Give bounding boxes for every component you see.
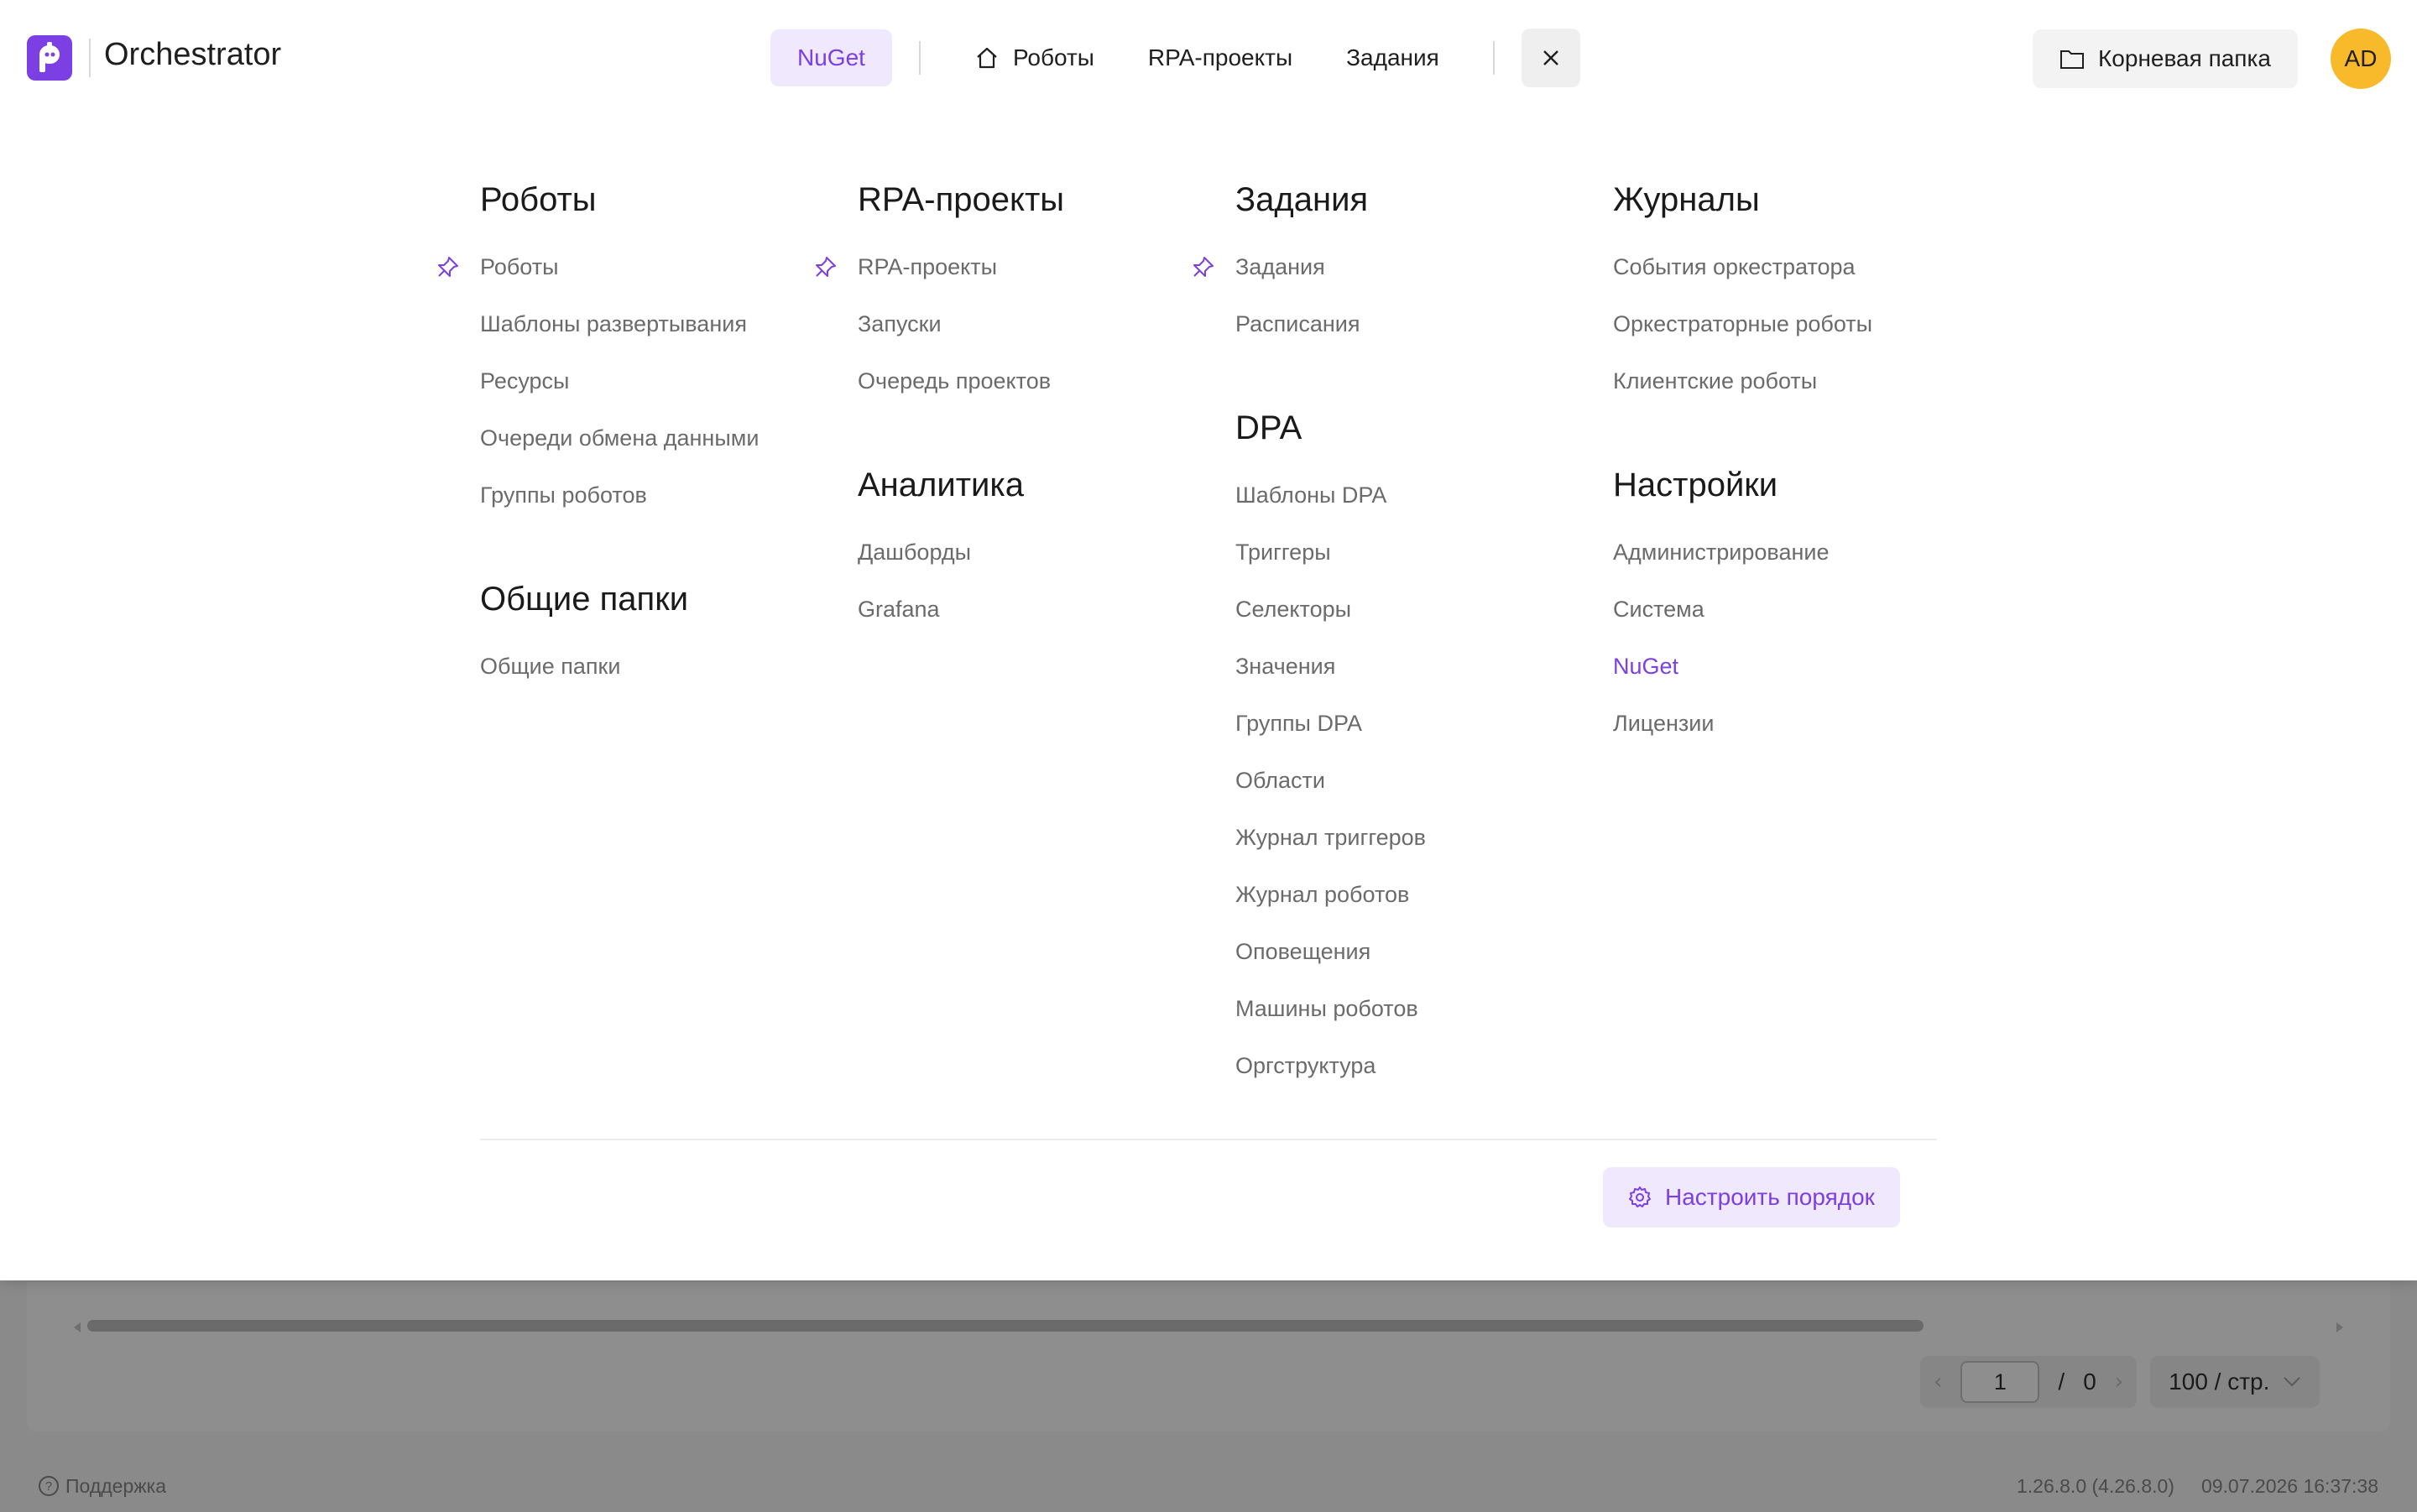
section-title-settings: Настройки: [1613, 467, 1778, 503]
root-folder-button[interactable]: Корневая папка: [2033, 29, 2298, 88]
horizontal-scrollbar[interactable]: [87, 1320, 1924, 1332]
menu-item-rpa-projects[interactable]: RPA-проекты: [816, 238, 1219, 295]
menu-item-shared-folders[interactable]: Общие папки: [480, 638, 841, 695]
root-folder-label: Корневая папка: [2098, 45, 2271, 71]
nav-item-nuget-active[interactable]: NuGet: [770, 29, 892, 86]
page-number-input[interactable]: 1: [1960, 1361, 2040, 1403]
menu-item-selectors[interactable]: Селекторы: [1235, 581, 1596, 638]
menu-item-client-robots[interactable]: Клиентские роботы: [1613, 352, 1974, 409]
section-title-robots: Роботы: [480, 181, 597, 218]
help-icon: ?: [39, 1476, 59, 1496]
configure-order-label: Настроить порядок: [1665, 1184, 1875, 1210]
top-navigation: NuGet Роботы RPA-проекты Задания: [770, 29, 1580, 87]
nav-item-label: RPA-проекты: [1147, 44, 1293, 70]
pin-icon[interactable]: [435, 255, 460, 280]
section-title-shared-folders: Общие папки: [480, 581, 689, 618]
support-link[interactable]: ? Поддержка: [39, 1475, 166, 1498]
menu-item-robots[interactable]: Роботы: [438, 238, 841, 295]
menu-item-grafana[interactable]: Grafana: [858, 581, 1219, 638]
menu-item-orchestrator-events[interactable]: События оркестратора: [1613, 238, 1974, 295]
section-title-logs: Журналы: [1613, 181, 1760, 218]
nav-item-tasks[interactable]: Задания: [1319, 29, 1466, 86]
menu-item-schedules[interactable]: Расписания: [1235, 295, 1596, 352]
menu-item-licenses[interactable]: Лицензии: [1613, 695, 1974, 752]
configure-order-button[interactable]: Настроить порядок: [1603, 1167, 1900, 1228]
version-text: 1.26.8.0 (4.26.8.0): [2016, 1474, 2174, 1497]
navigation-menu-overlay: Orchestrator NuGet Роботы RPA-проекты За…: [0, 0, 2417, 1280]
menu-item-triggers[interactable]: Триггеры: [1235, 524, 1596, 581]
nav-item-label: Роботы: [1012, 44, 1094, 70]
next-page-icon[interactable]: ›: [2115, 1369, 2123, 1395]
menu-item-administration[interactable]: Администрирование: [1613, 524, 1974, 581]
nav-item-rpa-projects[interactable]: RPA-проекты: [1121, 29, 1319, 86]
title-divider: [89, 39, 91, 77]
app-logo-icon[interactable]: [27, 35, 72, 81]
home-icon: [977, 47, 997, 69]
timestamp-text: 09.07.2026 16:37:38: [2200, 1474, 2378, 1497]
menu-column-4: Журналы События оркестратора Оркестратор…: [1613, 173, 1974, 800]
chevron-down-icon: [2284, 1377, 2301, 1387]
section-title-rpa-projects: RPA-проекты: [858, 181, 1065, 218]
footer: ? Поддержка 1.26.8.0 (4.26.8.0) 09.07.20…: [0, 1460, 2417, 1512]
menu-item-robot-machines[interactable]: Машины роботов: [1235, 980, 1596, 1037]
menu-item-notifications[interactable]: Оповещения: [1235, 923, 1596, 980]
page-navigator: ‹ 1 / 0 ›: [1920, 1356, 2138, 1408]
menu-item-dpa-groups[interactable]: Группы DPA: [1235, 695, 1596, 752]
pin-icon[interactable]: [1190, 255, 1215, 280]
menu-item-resources[interactable]: Ресурсы: [480, 352, 841, 409]
menu-item-trigger-log[interactable]: Журнал триггеров: [1235, 809, 1596, 866]
menu-item-values[interactable]: Значения: [1235, 638, 1596, 695]
menu-item-orchestrator-robots[interactable]: Оркестраторные роботы: [1613, 295, 1974, 352]
menu-item-dashboards[interactable]: Дашборды: [858, 524, 1219, 581]
section-title-analytics: Аналитика: [858, 467, 1024, 503]
prev-page-icon[interactable]: ‹: [1934, 1369, 1942, 1395]
support-label: Поддержка: [65, 1474, 166, 1497]
scroll-right-arrow-icon[interactable]: [2336, 1322, 2343, 1332]
menu-item-deployment-templates[interactable]: Шаблоны развертывания: [480, 295, 841, 352]
menu-item-launches[interactable]: Запуски: [858, 295, 1219, 352]
page-size-select[interactable]: 100 / стр.: [2150, 1356, 2320, 1408]
menu-column-1: Роботы Роботы Шаблоны развертывания Ресу…: [438, 173, 841, 743]
menu-divider: [480, 1139, 1937, 1140]
scroll-left-arrow-icon[interactable]: [74, 1322, 81, 1332]
page-separator: /: [2058, 1369, 2065, 1395]
folder-icon: [2060, 50, 2084, 69]
section-title-dpa: DPA: [1235, 409, 1302, 446]
menu-item-tasks[interactable]: Задания: [1193, 238, 1596, 295]
menu-item-areas[interactable]: Области: [1235, 752, 1596, 809]
page-size-value: 100 / стр.: [2169, 1369, 2270, 1395]
user-avatar[interactable]: AD: [2331, 29, 2391, 89]
pagination: ‹ 1 / 0 › 100 / стр.: [1920, 1356, 2320, 1408]
nav-divider: [918, 41, 921, 75]
menu-item-system[interactable]: Система: [1613, 581, 1974, 638]
menu-item-nuget[interactable]: NuGet: [1613, 638, 1974, 695]
nav-item-robots[interactable]: Роботы: [947, 29, 1121, 86]
menu-column-3: Задания Задания Расписания DPA Шаблоны D…: [1193, 173, 1596, 1143]
close-icon: [1543, 50, 1558, 65]
menu-item-robot-groups[interactable]: Группы роботов: [480, 467, 841, 524]
app-title: Orchestrator: [104, 37, 282, 72]
menu-item-dpa-templates[interactable]: Шаблоны DPA: [1235, 467, 1596, 524]
menu-item-robot-log[interactable]: Журнал роботов: [1235, 866, 1596, 923]
section-title-tasks: Задания: [1235, 181, 1369, 218]
pin-icon[interactable]: [812, 255, 838, 280]
menu-item-data-queues[interactable]: Очереди обмена данными: [480, 409, 841, 467]
close-menu-button[interactable]: [1521, 29, 1580, 87]
nav-divider: [1492, 41, 1495, 75]
menu-item-org-structure[interactable]: Оргструктура: [1235, 1037, 1596, 1094]
gear-icon: [1629, 1186, 1651, 1207]
header: Orchestrator NuGet Роботы RPA-проекты За…: [0, 0, 2417, 117]
menu-item-project-queue[interactable]: Очередь проектов: [858, 352, 1219, 409]
nav-item-label: Задания: [1346, 44, 1439, 70]
total-pages: 0: [2083, 1369, 2096, 1395]
menu-column-2: RPA-проекты RPA-проекты Запуски Очередь …: [816, 173, 1219, 686]
